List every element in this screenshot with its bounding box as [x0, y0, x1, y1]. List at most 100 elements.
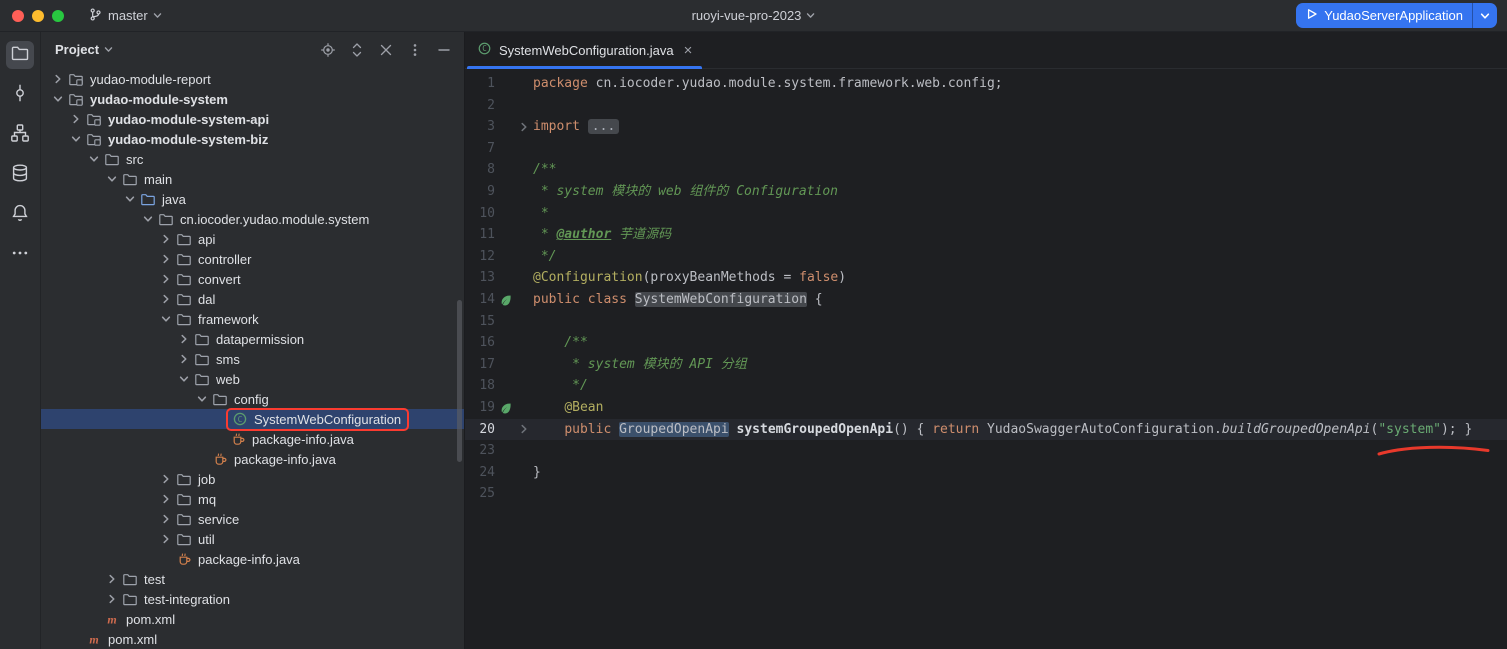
- chevron-right-icon[interactable]: [157, 274, 175, 284]
- code-line-9[interactable]: * system 模块的 web 组件的 Configuration: [533, 181, 1507, 203]
- expand-icon[interactable]: [349, 42, 365, 58]
- chevron-down-icon[interactable]: [85, 154, 103, 164]
- chevron-right-icon[interactable]: [67, 114, 85, 124]
- code-line-17[interactable]: * system 模块的 API 分组: [533, 354, 1507, 376]
- tree-item-main[interactable]: main: [41, 169, 464, 189]
- project-tool-button[interactable]: [6, 41, 34, 69]
- tree-item-util[interactable]: util: [41, 529, 464, 549]
- code-line-13[interactable]: @Configuration(proxyBeanMethods = false): [533, 267, 1507, 289]
- code-line-16[interactable]: /**: [533, 332, 1507, 354]
- code-line-20[interactable]: public GroupedOpenApi systemGroupedOpenA…: [533, 419, 1507, 441]
- tree-item-sms[interactable]: sms: [41, 349, 464, 369]
- code-line-12[interactable]: */: [533, 246, 1507, 268]
- spring-bean-icon[interactable]: [495, 293, 516, 307]
- tree-item-yudao-module-system[interactable]: yudao-module-system: [41, 89, 464, 109]
- chevron-down-icon[interactable]: [103, 174, 121, 184]
- chevron-down-icon[interactable]: [121, 194, 139, 204]
- chevron-right-icon[interactable]: [49, 74, 67, 84]
- tab-systemwebconfiguration-java[interactable]: C SystemWebConfiguration.java ×: [467, 32, 702, 68]
- chevron-down-icon[interactable]: [67, 134, 85, 144]
- chevron-right-icon[interactable]: [157, 534, 175, 544]
- chevron-right-icon[interactable]: [103, 574, 121, 584]
- code-line-2[interactable]: [533, 95, 1507, 117]
- chevron-down-icon[interactable]: [139, 214, 157, 224]
- project-tree-scrollbar[interactable]: [457, 300, 462, 462]
- notifications-tool-button[interactable]: [6, 201, 34, 229]
- chevron-right-icon[interactable]: [157, 294, 175, 304]
- project-widget[interactable]: ruoyi-vue-pro-2023: [692, 8, 816, 23]
- code-line-23[interactable]: [533, 440, 1507, 462]
- tree-item-package-info-java[interactable]: package-info.java: [41, 449, 464, 469]
- tree-item-java[interactable]: java: [41, 189, 464, 209]
- tree-item-controller[interactable]: controller: [41, 249, 464, 269]
- tree-item-yudao-module-report[interactable]: yudao-module-report: [41, 69, 464, 89]
- fold-arrow-icon[interactable]: [516, 122, 532, 132]
- git-branch-widget[interactable]: master: [80, 4, 170, 28]
- database-tool-button[interactable]: [6, 161, 34, 189]
- code-line-7[interactable]: [533, 138, 1507, 160]
- fold-arrow-icon[interactable]: [516, 424, 532, 434]
- tree-item-web[interactable]: web: [41, 369, 464, 389]
- chevron-right-icon[interactable]: [175, 354, 193, 364]
- code-line-1[interactable]: package cn.iocoder.yudao.module.system.f…: [533, 73, 1507, 95]
- code-line-11[interactable]: * @author 芋道源码: [533, 224, 1507, 246]
- options-icon[interactable]: [407, 42, 423, 58]
- tree-item-yudao-module-system-biz[interactable]: yudao-module-system-biz: [41, 129, 464, 149]
- tab-close-icon[interactable]: ×: [684, 43, 693, 58]
- tree-item-package-info-java[interactable]: package-info.java: [41, 429, 464, 449]
- tree-item-service[interactable]: service: [41, 509, 464, 529]
- chevron-right-icon[interactable]: [157, 234, 175, 244]
- tree-item-cn-iocoder-yudao-module-system[interactable]: cn.iocoder.yudao.module.system: [41, 209, 464, 229]
- code-line-8[interactable]: /**: [533, 159, 1507, 181]
- chevron-right-icon[interactable]: [157, 514, 175, 524]
- tree-item-yudao-module-system-api[interactable]: yudao-module-system-api: [41, 109, 464, 129]
- code-line-19[interactable]: @Bean: [533, 397, 1507, 419]
- chevron-right-icon[interactable]: [157, 494, 175, 504]
- run-button[interactable]: YudaoServerApplication: [1296, 3, 1472, 28]
- tree-item-test-integration[interactable]: test-integration: [41, 589, 464, 609]
- locate-icon[interactable]: [320, 42, 336, 58]
- tree-item-pom-xml[interactable]: mpom.xml: [41, 609, 464, 629]
- code-line-24[interactable]: }: [533, 462, 1507, 484]
- hide-icon[interactable]: [436, 42, 452, 58]
- code-line-18[interactable]: */: [533, 375, 1507, 397]
- tree-item-mq[interactable]: mq: [41, 489, 464, 509]
- chevron-right-icon[interactable]: [157, 254, 175, 264]
- chevron-right-icon[interactable]: [157, 474, 175, 484]
- tree-item-api[interactable]: api: [41, 229, 464, 249]
- more-tools-button[interactable]: [6, 241, 34, 269]
- code-line-3[interactable]: import ...: [533, 116, 1507, 138]
- structure-tool-button[interactable]: [6, 121, 34, 149]
- tree-item-systemwebconfiguration[interactable]: CSystemWebConfiguration: [41, 409, 464, 429]
- window-minimize-button[interactable]: [32, 10, 44, 22]
- run-config-dropdown[interactable]: [1473, 3, 1497, 28]
- chevron-down-icon[interactable]: [157, 314, 175, 324]
- tree-item-dal[interactable]: dal: [41, 289, 464, 309]
- tree-item-src[interactable]: src: [41, 149, 464, 169]
- tree-item-pom-xml[interactable]: mpom.xml: [41, 629, 464, 649]
- chevron-down-icon[interactable]: [49, 94, 67, 104]
- window-zoom-button[interactable]: [52, 10, 64, 22]
- commit-tool-button[interactable]: [6, 81, 34, 109]
- editor-code[interactable]: package cn.iocoder.yudao.module.system.f…: [533, 73, 1507, 649]
- tree-item-package-info-java[interactable]: package-info.java: [41, 549, 464, 569]
- chevron-down-icon[interactable]: [175, 374, 193, 384]
- chevron-down-icon[interactable]: [104, 45, 113, 54]
- tree-item-convert[interactable]: convert: [41, 269, 464, 289]
- spring-bean-icon[interactable]: [495, 401, 516, 415]
- chevron-down-icon[interactable]: [193, 394, 211, 404]
- window-close-button[interactable]: [12, 10, 24, 22]
- tree-item-framework[interactable]: framework: [41, 309, 464, 329]
- collapse-icon[interactable]: [378, 42, 394, 58]
- chevron-right-icon[interactable]: [175, 334, 193, 344]
- tree-item-datapermission[interactable]: datapermission: [41, 329, 464, 349]
- project-panel-title[interactable]: Project: [55, 42, 99, 57]
- chevron-right-icon[interactable]: [103, 594, 121, 604]
- tree-item-config[interactable]: config: [41, 389, 464, 409]
- code-line-10[interactable]: *: [533, 203, 1507, 225]
- code-line-14[interactable]: public class SystemWebConfiguration {: [533, 289, 1507, 311]
- code-line-25[interactable]: [533, 483, 1507, 505]
- tree-item-test[interactable]: test: [41, 569, 464, 589]
- tree-item-job[interactable]: job: [41, 469, 464, 489]
- code-line-15[interactable]: [533, 311, 1507, 333]
